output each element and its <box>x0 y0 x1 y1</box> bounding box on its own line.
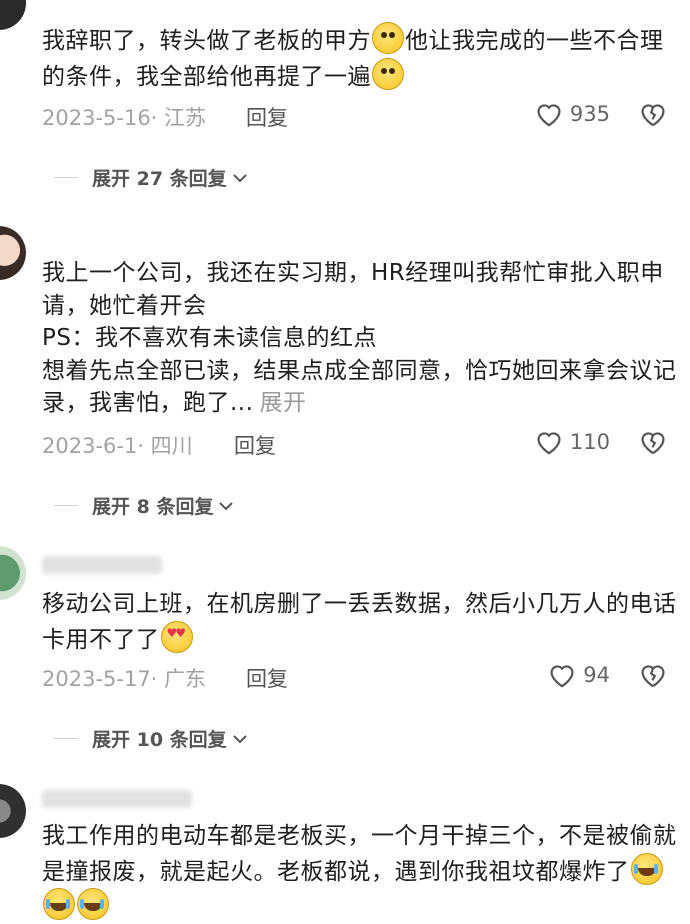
dislike-button[interactable] <box>638 100 668 132</box>
like-button[interactable]: 110 <box>534 428 610 455</box>
like-button[interactable]: 94 <box>547 661 610 688</box>
chevron-down-icon <box>232 734 247 743</box>
divider-line <box>54 176 78 179</box>
divider-line <box>54 504 78 507</box>
divider-line <box>54 737 78 740</box>
broken-heart-icon <box>641 432 665 455</box>
avatar[interactable] <box>0 0 26 30</box>
expand-replies-button[interactable]: 展开 10 条回复 <box>54 725 248 752</box>
heart-icon <box>550 665 574 688</box>
expand-text-link[interactable]: 展开 <box>259 390 306 416</box>
reply-button[interactable]: 回复 <box>246 102 288 132</box>
expand-replies-button[interactable]: 展开 27 条回复 <box>54 164 248 191</box>
grimacing-face-emoji <box>372 57 404 90</box>
expand-replies-button[interactable]: 展开 8 条回复 <box>54 492 234 519</box>
comment-text: 我工作用的电动车都是老板买，一个月干掉三个，不是被偷就是撞报废，就是起火。老板都… <box>42 820 678 924</box>
chevron-down-icon <box>232 173 247 182</box>
comment-meta: 2023-6-1· 四川 回复 110 <box>42 430 668 460</box>
like-button[interactable]: 935 <box>534 100 610 127</box>
comment-text: 移动公司上班，在机房删了一丢丢数据，然后小几万人的电话卡用不了了 <box>42 588 678 656</box>
like-count: 110 <box>569 429 610 454</box>
heart-icon <box>537 432 561 455</box>
crying-face-emoji <box>630 852 663 885</box>
blurred-username <box>42 790 192 808</box>
broken-heart-icon <box>641 665 665 688</box>
comment-date-location: 2023-5-16· 江苏 <box>42 106 207 130</box>
like-count: 94 <box>583 662 610 687</box>
crying-face-emoji <box>77 888 109 920</box>
blurred-username <box>42 556 162 574</box>
dislike-button[interactable] <box>638 661 668 693</box>
crying-face-emoji <box>43 888 75 920</box>
avatar[interactable] <box>0 226 26 280</box>
comment-meta: 2023-5-17· 广东 回复 94 <box>42 663 668 693</box>
reply-button[interactable]: 回复 <box>246 663 288 693</box>
comment-meta: 2023-5-16· 江苏 回复 935 <box>42 102 668 132</box>
dislike-button[interactable] <box>638 428 668 460</box>
avatar[interactable] <box>0 546 26 600</box>
chevron-down-icon <box>219 501 234 510</box>
heart-icon <box>537 104 561 127</box>
like-count: 935 <box>569 101 610 126</box>
heart-eyes-emoji <box>160 620 193 653</box>
comment-date-location: 2023-5-17· 广东 <box>42 667 207 691</box>
avatar[interactable] <box>0 784 26 838</box>
broken-heart-icon <box>641 104 665 127</box>
reply-button[interactable]: 回复 <box>234 430 276 460</box>
comment-text: 我上一个公司，我还在实习期，HR经理叫我帮忙审批入职申请，她忙着开会 PS：我不… <box>42 260 677 416</box>
grimacing-face-emoji <box>372 22 404 54</box>
comment-text: 我辞职了，转头做了老板的甲方 他让我完成的一些不合理的条件，我全部给他再提了一遍 <box>42 22 678 93</box>
comment-date-location: 2023-6-1· 四川 <box>42 434 193 458</box>
